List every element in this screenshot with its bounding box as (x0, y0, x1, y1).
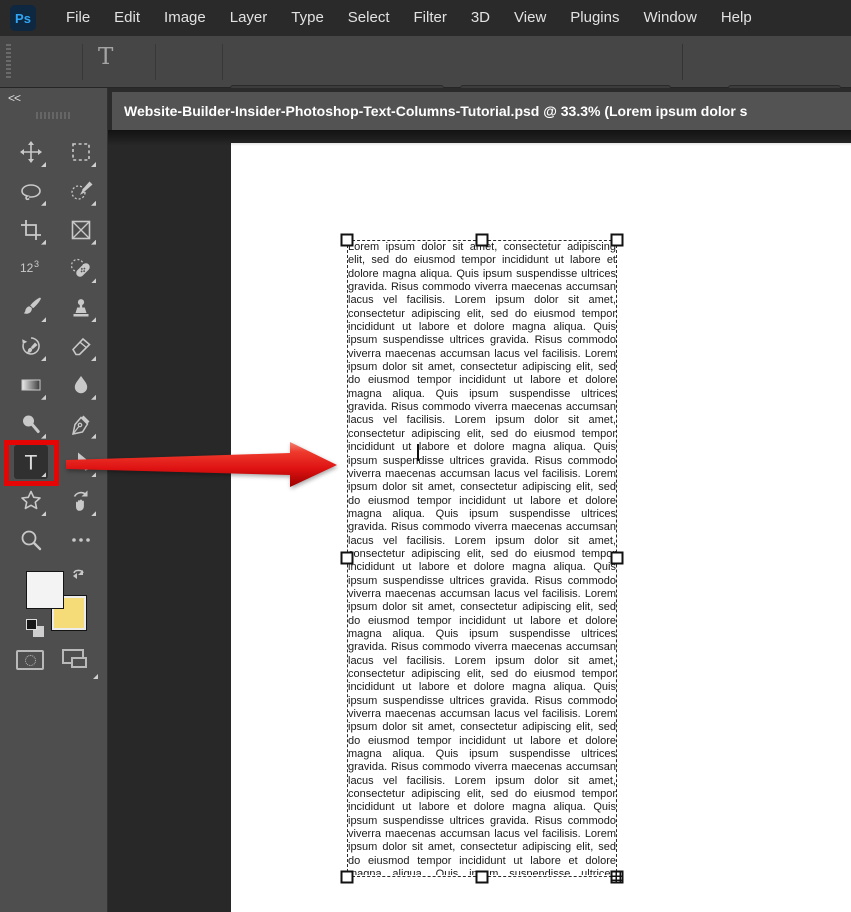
selection-brush-tool-icon[interactable] (64, 174, 98, 208)
options-bar-grip[interactable] (6, 44, 11, 80)
menu-bar: Ps FileEditImageLayerTypeSelectFilter3DV… (0, 0, 851, 36)
screen-mode-icon-front (71, 657, 87, 668)
document-tab[interactable]: Website-Builder-Insider-Photoshop-Text-C… (112, 92, 851, 130)
zoom-tool-icon[interactable] (14, 523, 48, 557)
screen-mode-button[interactable] (62, 649, 96, 675)
count-tool-icon[interactable]: 123 (14, 251, 48, 285)
default-colors-icon[interactable] (26, 619, 37, 630)
shape-tool-icon[interactable] (14, 484, 48, 518)
menu-item-help[interactable]: Help (709, 0, 764, 36)
menu-item-window[interactable]: Window (631, 0, 708, 36)
gradient-tool-icon[interactable] (14, 368, 48, 402)
crop-tool-icon[interactable] (14, 213, 48, 247)
svg-text:3: 3 (34, 259, 39, 269)
spot-healing-tool-icon[interactable] (64, 251, 98, 285)
menu-item-layer[interactable]: Layer (218, 0, 280, 36)
separator (222, 44, 223, 80)
document-title: Website-Builder-Insider-Photoshop-Text-C… (112, 103, 747, 119)
flyout-triangle (93, 674, 98, 679)
separator (682, 44, 683, 80)
lorem-text[interactable]: Lorem ipsum dolor sit amet, consectetur … (348, 241, 616, 875)
collapse-panel-button[interactable]: << (8, 91, 20, 105)
photoshop-logo-icon[interactable]: Ps (10, 5, 36, 31)
panel-grip[interactable] (36, 112, 72, 119)
foreground-color-swatch[interactable] (26, 571, 64, 609)
lasso-tool-icon[interactable] (14, 174, 48, 208)
svg-text:12: 12 (20, 261, 34, 275)
move-tool-icon[interactable] (14, 135, 48, 169)
frame-tool-icon[interactable] (64, 213, 98, 247)
marquee-tool-icon[interactable] (64, 135, 98, 169)
options-bar: T T Myriad Pro Regular TT 8 pt (0, 36, 851, 88)
menu-item-image[interactable]: Image (152, 0, 218, 36)
handle-bottom-left[interactable] (341, 871, 354, 884)
document-page: Lorem ipsum dolor sit amet, consectetur … (231, 143, 851, 912)
red-arrow (58, 436, 348, 492)
clone-stamp-tool-icon[interactable] (64, 290, 98, 324)
handle-middle-left[interactable] (341, 552, 354, 565)
handle-bottom-right-grid[interactable] (611, 871, 624, 884)
swap-colors-icon[interactable] (70, 566, 90, 584)
edit-toolbar-ellipsis-icon[interactable] (64, 523, 98, 557)
handle-middle-right[interactable] (611, 552, 624, 565)
eraser-tool-icon[interactable] (64, 329, 98, 363)
brush-tool-icon[interactable] (14, 290, 48, 324)
menu-item-plugins[interactable]: Plugins (558, 0, 631, 36)
canvas-area: Lorem ipsum dolor sit amet, consectetur … (108, 130, 851, 912)
tool-highlight-box (4, 440, 59, 486)
quick-mask-icon (25, 655, 36, 666)
menu-items: FileEditImageLayerTypeSelectFilter3DView… (54, 0, 764, 36)
handle-top-left[interactable] (341, 234, 354, 247)
tools-panel: << 123T (0, 88, 108, 912)
handle-bottom-center[interactable] (476, 871, 489, 884)
menu-item-select[interactable]: Select (336, 0, 402, 36)
blur-tool-icon[interactable] (64, 368, 98, 402)
type-tool-options-icon[interactable]: T (98, 44, 113, 70)
quick-mask-button[interactable] (16, 650, 44, 670)
menu-item-file[interactable]: File (54, 0, 102, 36)
menu-item-view[interactable]: View (502, 0, 558, 36)
document-tab-bar: Website-Builder-Insider-Photoshop-Text-C… (108, 88, 851, 130)
menu-item-filter[interactable]: Filter (402, 0, 459, 36)
dodge-tool-icon[interactable] (14, 407, 48, 441)
separator (155, 44, 156, 80)
separator (82, 44, 83, 80)
menu-item-3d[interactable]: 3D (459, 0, 502, 36)
history-brush-tool-icon[interactable] (14, 329, 48, 363)
menu-item-type[interactable]: Type (279, 0, 336, 36)
handle-top-center[interactable] (476, 234, 489, 247)
photoshop-window: Ps FileEditImageLayerTypeSelectFilter3DV… (0, 0, 851, 912)
text-insertion-cursor (417, 444, 419, 461)
handle-top-right[interactable] (611, 234, 624, 247)
menu-item-edit[interactable]: Edit (102, 0, 152, 36)
